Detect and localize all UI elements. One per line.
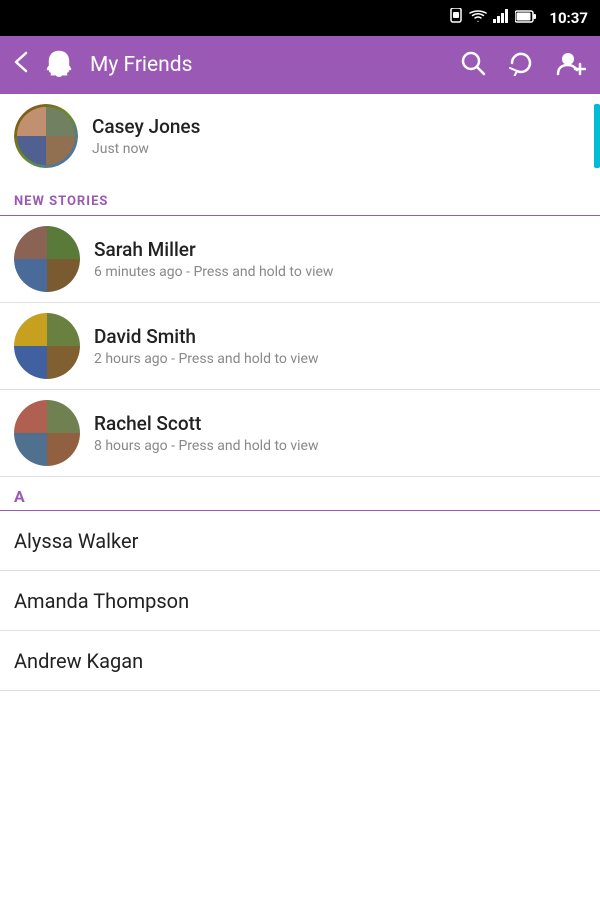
sarah-info: Sarah Miller 6 minutes ago - Press and h… xyxy=(94,238,586,281)
rachel-subtext: 8 hours ago - Press and hold to view xyxy=(94,438,586,454)
rachel-name: Rachel Scott xyxy=(94,412,586,437)
story-item-sarah[interactable]: Sarah Miller 6 minutes ago - Press and h… xyxy=(0,216,600,303)
casey-subtext: Just now xyxy=(92,141,586,157)
status-icons: 10:37 xyxy=(449,8,588,28)
friend-item-alyssa[interactable]: Alyssa Walker xyxy=(0,511,600,571)
casey-avatar xyxy=(14,104,78,168)
sarah-avatar xyxy=(14,226,80,292)
story-item-david[interactable]: David Smith 2 hours ago - Press and hold… xyxy=(0,303,600,390)
new-message-indicator xyxy=(594,104,600,168)
status-bar: 10:37 xyxy=(0,0,600,36)
friend-name-andrew: Andrew Kagan xyxy=(14,649,586,673)
back-button[interactable] xyxy=(14,51,28,79)
add-friend-button[interactable] xyxy=(556,50,586,80)
wifi-icon xyxy=(469,10,487,27)
rachel-avatar xyxy=(14,400,80,466)
casey-info: Casey Jones Just now xyxy=(92,115,586,158)
toolbar: My Friends xyxy=(0,36,600,94)
alpha-header-a: A xyxy=(0,477,600,511)
david-avatar xyxy=(14,313,80,379)
friend-item-amanda[interactable]: Amanda Thompson xyxy=(0,571,600,631)
search-button[interactable] xyxy=(460,50,486,80)
sarah-name: Sarah Miller xyxy=(94,238,586,263)
toolbar-actions xyxy=(460,50,586,80)
battery-icon xyxy=(515,10,537,27)
recent-item[interactable]: Casey Jones Just now xyxy=(0,94,600,178)
alpha-letter: A xyxy=(14,487,25,506)
friend-name-alyssa: Alyssa Walker xyxy=(14,529,586,553)
status-time: 10:37 xyxy=(549,9,588,27)
sarah-subtext: 6 minutes ago - Press and hold to view xyxy=(94,264,586,280)
friend-item-andrew[interactable]: Andrew Kagan xyxy=(0,631,600,691)
snapchat-logo xyxy=(42,48,76,82)
new-stories-label: NEW STORIES xyxy=(14,194,108,209)
signal-icon xyxy=(493,9,509,27)
casey-name: Casey Jones xyxy=(92,115,586,140)
david-info: David Smith 2 hours ago - Press and hold… xyxy=(94,325,586,368)
friend-name-amanda: Amanda Thompson xyxy=(14,589,586,613)
david-name: David Smith xyxy=(94,325,586,350)
page-title: My Friends xyxy=(90,53,446,77)
new-stories-header: NEW STORIES xyxy=(0,178,600,216)
story-item-rachel[interactable]: Rachel Scott 8 hours ago - Press and hol… xyxy=(0,390,600,477)
david-subtext: 2 hours ago - Press and hold to view xyxy=(94,351,586,367)
sim-icon xyxy=(449,8,463,28)
refresh-button[interactable] xyxy=(508,50,534,80)
rachel-info: Rachel Scott 8 hours ago - Press and hol… xyxy=(94,412,586,455)
